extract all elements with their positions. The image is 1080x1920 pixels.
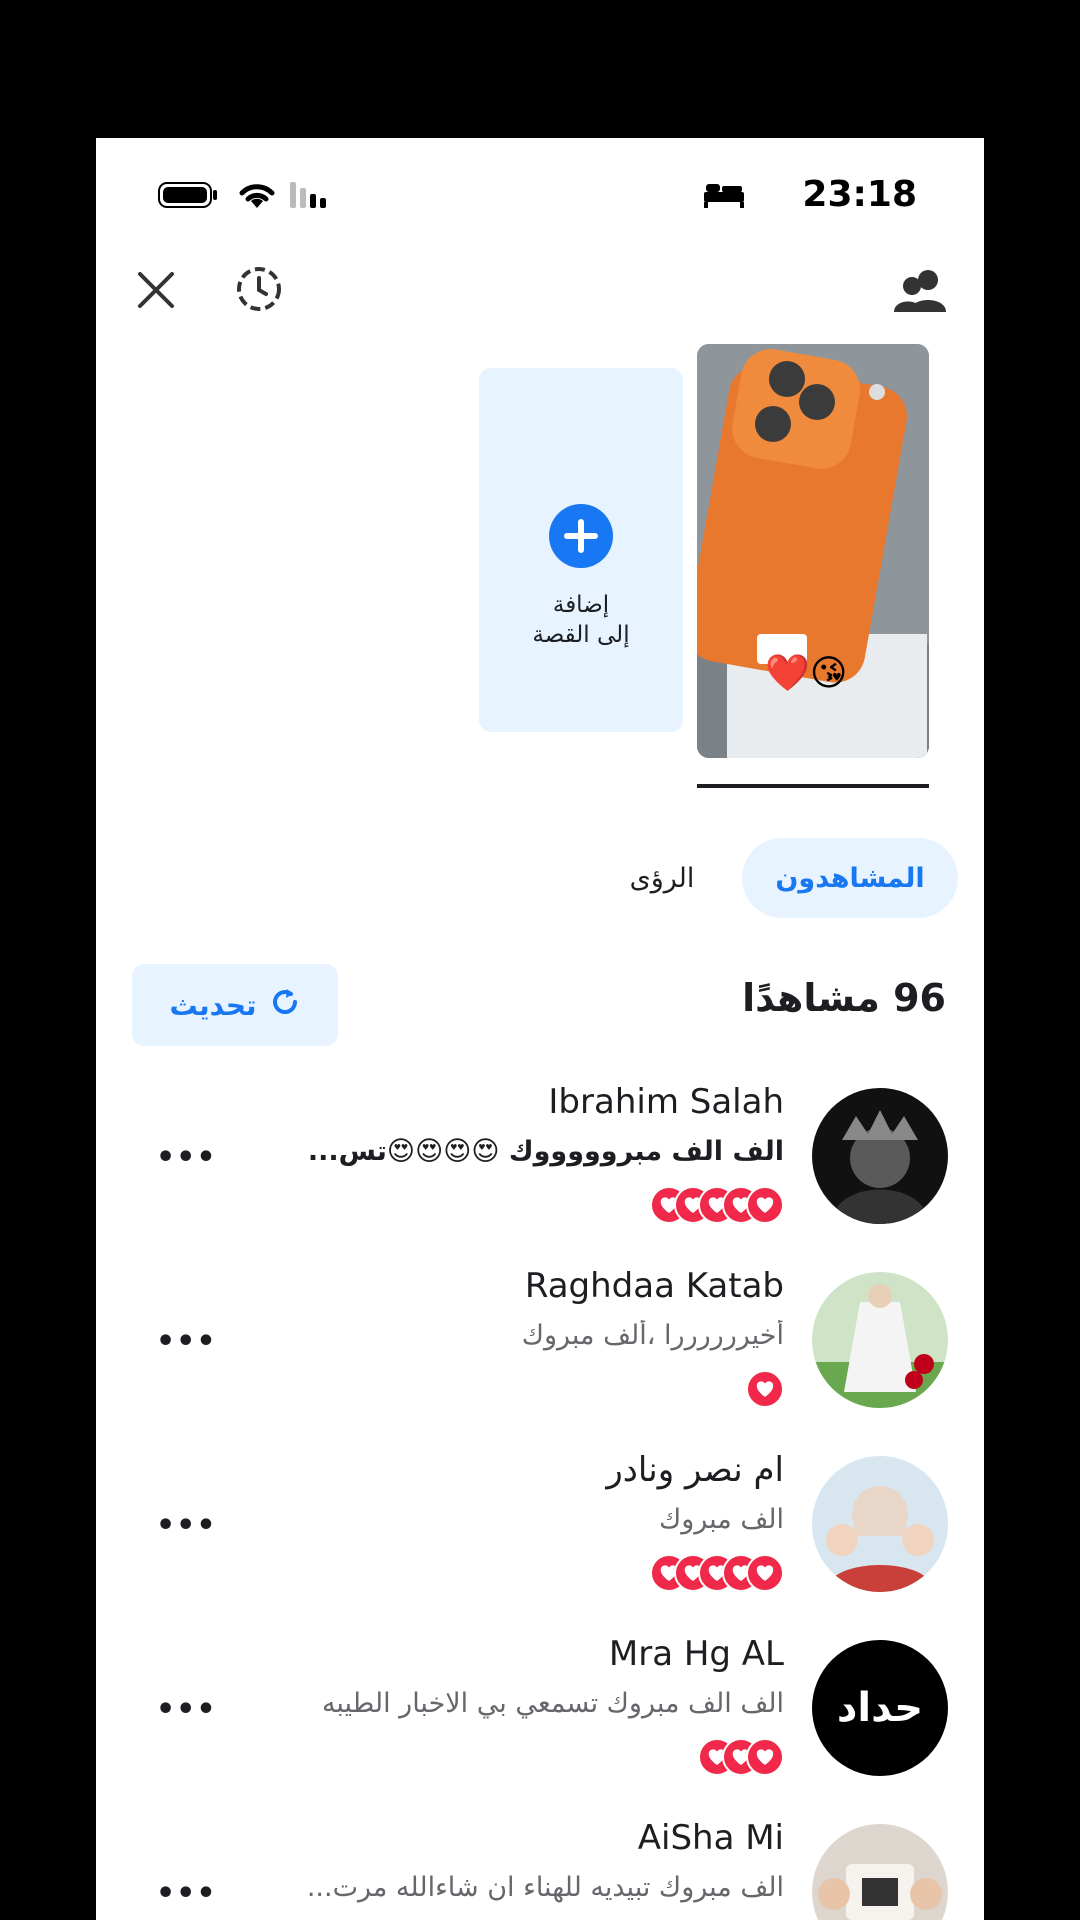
avatar [812, 1272, 948, 1408]
close-icon[interactable] [134, 268, 178, 312]
viewer-reply: الف الف مبروك تسمعي بي الاخبار الطيبه [321, 1688, 784, 1719]
add-label-line2: إلى القصة [532, 622, 630, 648]
viewer-reply: أخيررررررا ،ألف مبروك [521, 1320, 784, 1351]
avatar: حداد [812, 1640, 948, 1776]
avatar [812, 1456, 948, 1592]
tab-viewers[interactable]: المشاهدون [742, 838, 958, 918]
more-options-button[interactable]: ••• [156, 1692, 217, 1727]
viewer-name: ام نصر ونادر [606, 1450, 784, 1490]
reaction-hearts [650, 1554, 784, 1592]
refresh-button[interactable]: تحديث [132, 964, 338, 1046]
avatar [812, 1824, 948, 1920]
signal-icon [290, 182, 334, 212]
friends-icon[interactable] [892, 266, 948, 316]
reaction-hearts [698, 1738, 784, 1776]
more-options-button[interactable]: ••• [156, 1140, 217, 1175]
viewer-row[interactable]: حداد Mra Hg AL الف الف مبروك تسمعي بي ال… [96, 1630, 984, 1806]
refresh-label: تحديث [169, 988, 257, 1022]
viewer-reply: الف مبروك تبيديه للهناء ان شاءالله مرت..… [306, 1872, 784, 1903]
viewer-row[interactable]: ام نصر ونادر الف مبروك ••• [96, 1446, 984, 1622]
add-to-story-label: إضافة إلى القصة [479, 590, 683, 650]
heart-icon [746, 1370, 784, 1408]
heart-icon [746, 1738, 784, 1776]
phone-screen: 23:18 إضافة إلى القصة ❤️😘 المشاهدون الرؤ… [96, 138, 984, 1920]
tab-insights[interactable]: الرؤى [602, 838, 722, 918]
sleep-mode-icon [704, 182, 744, 212]
reaction-hearts [650, 1186, 784, 1224]
battery-icon [158, 182, 220, 212]
story-selected-indicator [697, 784, 929, 788]
archive-timer-icon[interactable] [234, 264, 284, 314]
viewer-row[interactable]: Ibrahim Salah الف الف مبروووووك 😍😍😍😍تس..… [96, 1078, 984, 1254]
story-emoji: ❤️😘 [765, 653, 848, 694]
more-options-button[interactable]: ••• [156, 1876, 217, 1911]
add-label-line1: إضافة [552, 592, 610, 618]
refresh-icon [269, 986, 301, 1025]
add-to-story-card[interactable]: إضافة إلى القصة [479, 368, 683, 732]
viewer-name: Ibrahim Salah [548, 1082, 784, 1122]
story-thumbnail[interactable]: ❤️😘 [697, 344, 929, 758]
viewer-reply: الف مبروك [658, 1504, 784, 1535]
heart-icon [746, 1554, 784, 1592]
viewer-name: Mra Hg AL [608, 1634, 784, 1674]
viewer-reply: الف الف مبروووووك 😍😍😍😍تس... [307, 1136, 784, 1167]
viewer-name: AiSha Mi [637, 1818, 784, 1858]
status-time: 23:18 [802, 174, 917, 215]
more-options-button[interactable]: ••• [156, 1324, 217, 1359]
heart-icon [746, 1186, 784, 1224]
wifi-icon [236, 178, 278, 214]
avatar-text: حداد [836, 1685, 924, 1731]
more-options-button[interactable]: ••• [156, 1508, 217, 1543]
plus-icon [549, 504, 613, 568]
viewer-row[interactable]: Raghdaa Katab أخيررررررا ،ألف مبروك ••• [96, 1262, 984, 1438]
viewer-name: Raghdaa Katab [524, 1266, 784, 1306]
avatar [812, 1088, 948, 1224]
viewer-row[interactable]: AiSha Mi الف مبروك تبيديه للهناء ان شاءا… [96, 1814, 984, 1920]
viewers-count: 96 مشاهدًا [742, 976, 946, 1020]
reaction-hearts [746, 1370, 784, 1408]
